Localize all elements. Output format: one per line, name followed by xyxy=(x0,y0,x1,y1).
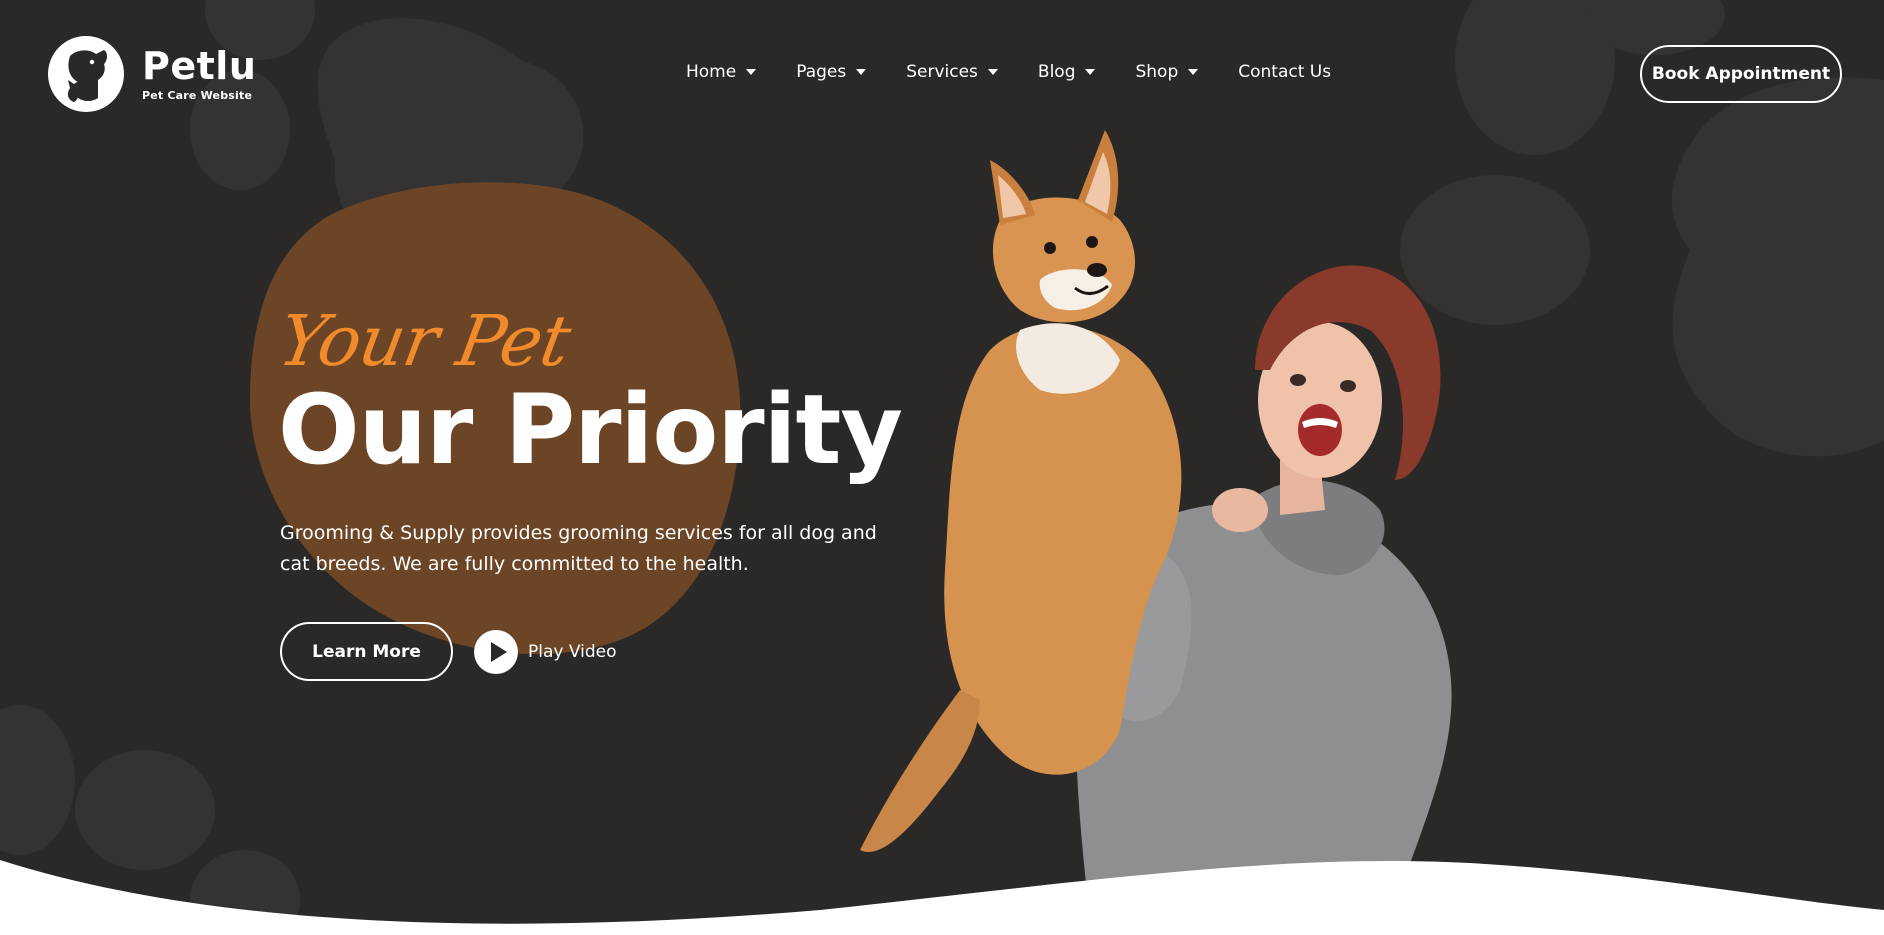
bottom-wave-divider xyxy=(0,860,1884,935)
nav-item-label: Contact Us xyxy=(1238,62,1332,82)
nav-item-label: Blog xyxy=(1037,62,1076,82)
dog-cat-logo-icon xyxy=(48,36,124,112)
site-header: Petlu Pet Care Website Home Pages Servic… xyxy=(0,0,1884,150)
nav-item-shop[interactable]: Shop xyxy=(1135,62,1199,82)
nav-item-blog[interactable]: Blog xyxy=(1038,62,1096,82)
nav-item-label: Home xyxy=(686,62,737,82)
learn-more-button[interactable]: Learn More xyxy=(280,622,453,681)
nav-item-label: Pages xyxy=(796,62,847,82)
chevron-down-icon xyxy=(1188,69,1199,75)
hero-script-text: Your Pet xyxy=(272,300,576,382)
brand-tagline: Pet Care Website xyxy=(142,88,253,102)
nav-item-label: Services xyxy=(906,62,978,82)
hero-description: Grooming & Supply provides grooming serv… xyxy=(280,522,877,575)
nav-item-home[interactable]: Home xyxy=(686,62,757,82)
chevron-down-icon xyxy=(1085,69,1096,75)
chevron-down-icon xyxy=(987,69,998,75)
chevron-down-icon xyxy=(746,69,757,75)
hero-headline: Our Priority xyxy=(278,374,903,486)
play-video-button[interactable]: Play Video xyxy=(474,630,617,674)
main-nav: Home Pages Services Blog Shop Contact Us xyxy=(686,62,1371,82)
brand-name: Petlu xyxy=(142,43,257,88)
nav-item-services[interactable]: Services xyxy=(906,62,998,82)
nav-item-contact-us[interactable]: Contact Us xyxy=(1238,62,1331,82)
woman-holding-corgi-photo xyxy=(860,130,1452,920)
nav-item-label: Shop xyxy=(1135,62,1179,82)
play-video-label: Play Video xyxy=(528,642,617,662)
brand-logo[interactable]: Petlu Pet Care Website xyxy=(48,36,256,112)
hero-section: Petlu Pet Care Website Home Pages Servic… xyxy=(0,0,1884,935)
book-appointment-button[interactable]: Book Appointment xyxy=(1640,45,1842,103)
play-icon xyxy=(474,630,518,674)
chevron-down-icon xyxy=(856,69,867,75)
nav-item-pages[interactable]: Pages xyxy=(796,62,867,82)
